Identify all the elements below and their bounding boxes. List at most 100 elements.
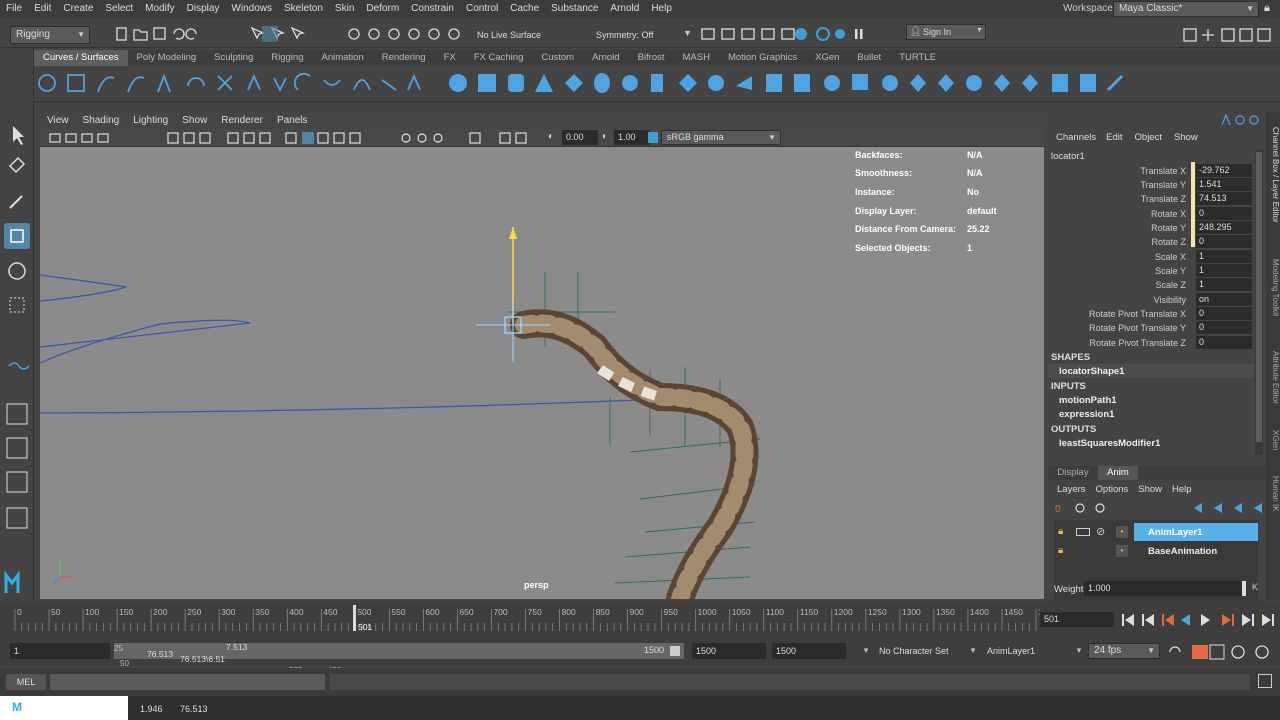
shelf-tab-arnold[interactable]: Arnold xyxy=(583,50,628,66)
range-bar-icons[interactable] xyxy=(1166,642,1278,662)
menu-help[interactable]: Help xyxy=(645,0,678,18)
channel-value[interactable]: on xyxy=(1196,293,1252,306)
side-tab-xgen[interactable]: XGen xyxy=(1266,427,1280,453)
menu-deform[interactable]: Deform xyxy=(360,0,405,18)
channel-value[interactable]: 0 xyxy=(1196,235,1252,248)
chevron-down-icon[interactable]: ▼ xyxy=(683,28,692,38)
script-language-button[interactable]: MEL xyxy=(6,674,46,690)
menu-constrain[interactable]: Constrain xyxy=(405,0,460,18)
scale-tool-icon[interactable] xyxy=(9,297,25,313)
viewport-persp[interactable]: Backfaces: N/A Smoothness: N/A Instance:… xyxy=(40,147,1044,599)
shelf-tab-mash[interactable]: MASH xyxy=(674,50,719,66)
channel-rotate-y[interactable]: Rotate Y 248.295 xyxy=(1048,221,1266,235)
shelf-tab-poly-modeling[interactable]: Poly Modeling xyxy=(128,50,206,66)
channel-translate-z[interactable]: Translate Z 74.513 xyxy=(1048,192,1266,206)
channel-rotate-z[interactable]: Rotate Z 0 xyxy=(1048,235,1266,249)
menu-skeleton[interactable]: Skeleton xyxy=(278,0,329,18)
layer-menu-show[interactable]: Show xyxy=(1133,482,1167,498)
side-tab-modeling-toolkit[interactable]: Modeling Toolkit xyxy=(1266,250,1280,326)
menu-file[interactable]: File xyxy=(0,0,28,18)
shape-node[interactable]: locatorShape1 xyxy=(1059,366,1124,377)
start-time-field[interactable]: 1 xyxy=(10,643,110,659)
menu-modify[interactable]: Modify xyxy=(139,0,180,18)
shelf-tab-xgen[interactable]: XGen xyxy=(806,50,848,66)
channel-rotate-pivot-x[interactable]: Rotate Pivot Translate X 0 xyxy=(1048,307,1266,321)
menu-skin[interactable]: Skin xyxy=(329,0,360,18)
script-editor-icon[interactable] xyxy=(1258,674,1272,688)
channel-rotate-x[interactable]: Rotate X 0 xyxy=(1048,207,1266,221)
input-node[interactable]: motionPath1 xyxy=(1059,395,1117,406)
max-end-field[interactable]: 1500 xyxy=(772,643,846,659)
layer-menu-help[interactable]: Help xyxy=(1167,482,1197,498)
scrollbar-thumb[interactable] xyxy=(1256,152,1262,442)
channel-value[interactable]: 248.295 xyxy=(1196,221,1252,234)
viewport-menu-view[interactable]: View xyxy=(40,112,76,129)
channel-box-menu-show[interactable]: Show xyxy=(1168,130,1204,146)
chevron-down-icon[interactable]: ▼ xyxy=(969,646,977,655)
persp-outliner-layout-icon[interactable] xyxy=(6,471,28,493)
menu-substance[interactable]: Substance xyxy=(545,0,604,18)
channel-box-top-icons[interactable] xyxy=(1218,113,1262,127)
layer-tab-display[interactable]: Display xyxy=(1048,466,1098,480)
four-view-layout-icon[interactable] xyxy=(6,437,28,459)
layer-editor-toolbar[interactable]: 0 xyxy=(1054,501,1264,515)
current-frame-field[interactable]: 501 xyxy=(1040,612,1114,627)
side-tab-human-ik[interactable]: Human IK xyxy=(1266,470,1280,518)
object-name[interactable]: locator1 xyxy=(1051,151,1085,162)
channel-value[interactable]: -29.762 xyxy=(1196,164,1252,177)
layer-weight-key-icon[interactable]: • xyxy=(1116,526,1128,538)
select-tool-icon[interactable] xyxy=(13,126,24,145)
layer-tab-anim[interactable]: Anim xyxy=(1098,466,1138,480)
time-slider[interactable]: 0 50 100 150 200 250 300 350 400 450 500 550 600 650 7… xyxy=(0,601,1280,634)
channel-rotate-pivot-z[interactable]: Rotate Pivot Translate Z 0 xyxy=(1048,336,1266,350)
shelf-tab-fx[interactable]: FX xyxy=(435,50,465,66)
panel-toggle-icons[interactable] xyxy=(1182,27,1277,43)
channel-scale-z[interactable]: Scale Z 1 xyxy=(1048,278,1266,292)
lock-icon[interactable]: 🔒︎ xyxy=(1058,545,1063,556)
shelf-tab-curves-surfaces[interactable]: Curves / Surfaces xyxy=(34,50,128,66)
paint-select-tool-icon[interactable] xyxy=(9,195,23,209)
menuset-dropdown[interactable]: Rigging ▼ xyxy=(10,26,90,44)
menu-cache[interactable]: Cache xyxy=(504,0,545,18)
color-management-icon[interactable] xyxy=(648,132,658,143)
taskbar-thumbnail[interactable]: M xyxy=(0,696,128,720)
lock-icon[interactable]: 🔒︎ xyxy=(1264,2,1274,15)
workspace-dropdown[interactable]: Maya Classic* ▼ xyxy=(1113,1,1259,17)
channel-value[interactable]: 1 xyxy=(1196,250,1252,263)
input-node[interactable]: expression1 xyxy=(1059,409,1114,420)
channel-value[interactable]: 0 xyxy=(1196,207,1252,220)
lock-icon[interactable]: 🔒︎ xyxy=(1058,526,1063,537)
channel-value[interactable]: 0 xyxy=(1196,321,1252,334)
anim-layer-name[interactable]: BaseAnimation xyxy=(1148,546,1217,557)
channel-value[interactable]: 1 xyxy=(1196,264,1252,277)
layer-menu-layers[interactable]: Layers xyxy=(1048,482,1091,498)
channel-box-menu-edit[interactable]: Edit xyxy=(1100,130,1128,146)
anim-layer-label[interactable]: AnimLayer1 xyxy=(987,646,1035,656)
rotate-tool-icon[interactable] xyxy=(8,262,26,280)
channel-scale-x[interactable]: Scale X 1 xyxy=(1048,250,1266,264)
menu-control[interactable]: Control xyxy=(460,0,504,18)
outliner-icon[interactable] xyxy=(6,507,28,529)
single-perspective-layout-icon[interactable] xyxy=(6,403,28,425)
shelf-tab-bullet[interactable]: Bullet xyxy=(848,50,890,66)
channel-value[interactable]: 0 xyxy=(1196,336,1252,349)
menu-windows[interactable]: Windows xyxy=(225,0,278,18)
channel-box-scrollbar[interactable] xyxy=(1255,150,1263,455)
menu-select[interactable]: Select xyxy=(99,0,139,18)
exposure-field[interactable]: 0.00 xyxy=(562,130,598,145)
command-input[interactable] xyxy=(50,674,325,690)
channel-value[interactable]: 1.541 xyxy=(1196,178,1252,191)
channel-value[interactable]: 1 xyxy=(1196,278,1252,291)
solo-icon[interactable]: ⊘ xyxy=(1096,525,1105,538)
shelf-tab-motion-graphics[interactable]: Motion Graphics xyxy=(719,50,806,66)
output-node[interactable]: leastSquaresModifier1 xyxy=(1059,438,1160,449)
channel-value[interactable]: 74.513 xyxy=(1196,192,1252,205)
statusline-icons[interactable] xyxy=(112,25,472,43)
anim-layer-row[interactable]: 🔒︎ • BaseAnimation xyxy=(1054,542,1258,560)
mute-icon[interactable] xyxy=(1076,528,1090,536)
live-surface-label[interactable]: No Live Surface xyxy=(477,30,541,40)
layer-weight-key-icon[interactable]: • xyxy=(1116,545,1128,557)
menu-arnold[interactable]: Arnold xyxy=(604,0,645,18)
anim-layer-row[interactable]: 🔒︎ ⊘ • AnimLayer1 xyxy=(1054,523,1258,541)
shelf-tab-turtle[interactable]: TURTLE xyxy=(890,50,945,66)
